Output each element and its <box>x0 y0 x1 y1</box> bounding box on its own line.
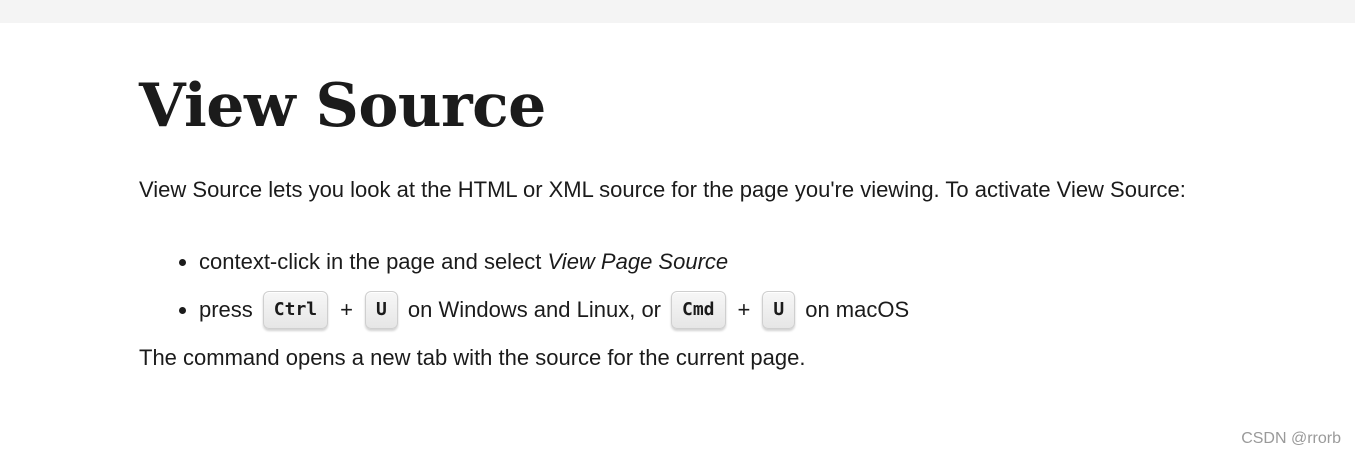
activation-steps-list: context-click in the page and select Vie… <box>139 244 1219 329</box>
shortcut-row: press Ctrl + U on Windows and Linux, or … <box>199 291 909 329</box>
article-content: View Source View Source lets you look at… <box>139 68 1219 376</box>
step2-prefix: press <box>199 297 253 322</box>
step2-middle: on Windows and Linux, or <box>407 297 661 322</box>
bullet-icon <box>179 259 186 266</box>
top-bar <box>0 0 1355 23</box>
plus-sign: + <box>737 297 751 322</box>
step-text: context-click in the page and select Vie… <box>199 244 728 280</box>
cmd-key: Cmd <box>671 291 726 329</box>
menu-item-reference: View Page Source <box>547 249 729 274</box>
list-item: context-click in the page and select Vie… <box>179 244 1219 280</box>
ctrl-key: Ctrl <box>262 291 329 329</box>
intro-paragraph: View Source lets you look at the HTML or… <box>139 177 1186 202</box>
step2-suffix: on macOS <box>805 297 910 322</box>
plus-sign: + <box>340 297 354 322</box>
u-key: U <box>365 291 398 329</box>
u-key: U <box>762 291 796 329</box>
outro-paragraph: The command opens a new tab with the sou… <box>139 345 806 370</box>
watermark: CSDN @rrorb <box>1241 430 1341 447</box>
step1-prefix: context-click in the page and select <box>199 249 548 274</box>
page-title: View Source <box>139 71 546 141</box>
bullet-icon <box>179 307 186 314</box>
list-item: press Ctrl + U on Windows and Linux, or … <box>179 291 1219 329</box>
